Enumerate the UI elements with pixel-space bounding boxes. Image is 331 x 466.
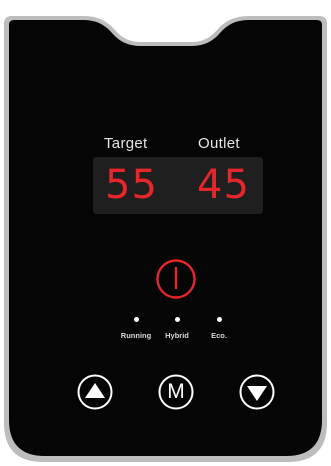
hybrid-indicator-dot	[174, 317, 180, 322]
outlet-temperature-value: 45	[197, 162, 250, 208]
mode-button-label: M	[167, 380, 185, 403]
eco-indicator-label: Eco.	[211, 331, 227, 340]
running-indicator-dot	[133, 317, 139, 322]
mode-indicators: Running Hybrid Eco.	[0, 317, 331, 347]
target-label: Target	[104, 135, 148, 152]
down-button[interactable]	[239, 374, 275, 410]
power-icon	[156, 259, 196, 299]
triangle-down-icon	[239, 374, 275, 410]
outlet-label: Outlet	[198, 135, 240, 152]
control-panel: Target Outlet 55 45 Running Hybrid Eco.	[0, 0, 331, 466]
eco-indicator-dot	[216, 317, 222, 322]
temperature-display: 55 45	[93, 157, 263, 214]
target-temperature-value: 55	[105, 162, 158, 208]
eco-indicator: Eco.	[189, 317, 249, 340]
up-button[interactable]	[77, 374, 113, 410]
power-button[interactable]	[155, 258, 197, 300]
triangle-up-icon	[77, 374, 113, 410]
mode-button[interactable]: M	[158, 374, 194, 410]
